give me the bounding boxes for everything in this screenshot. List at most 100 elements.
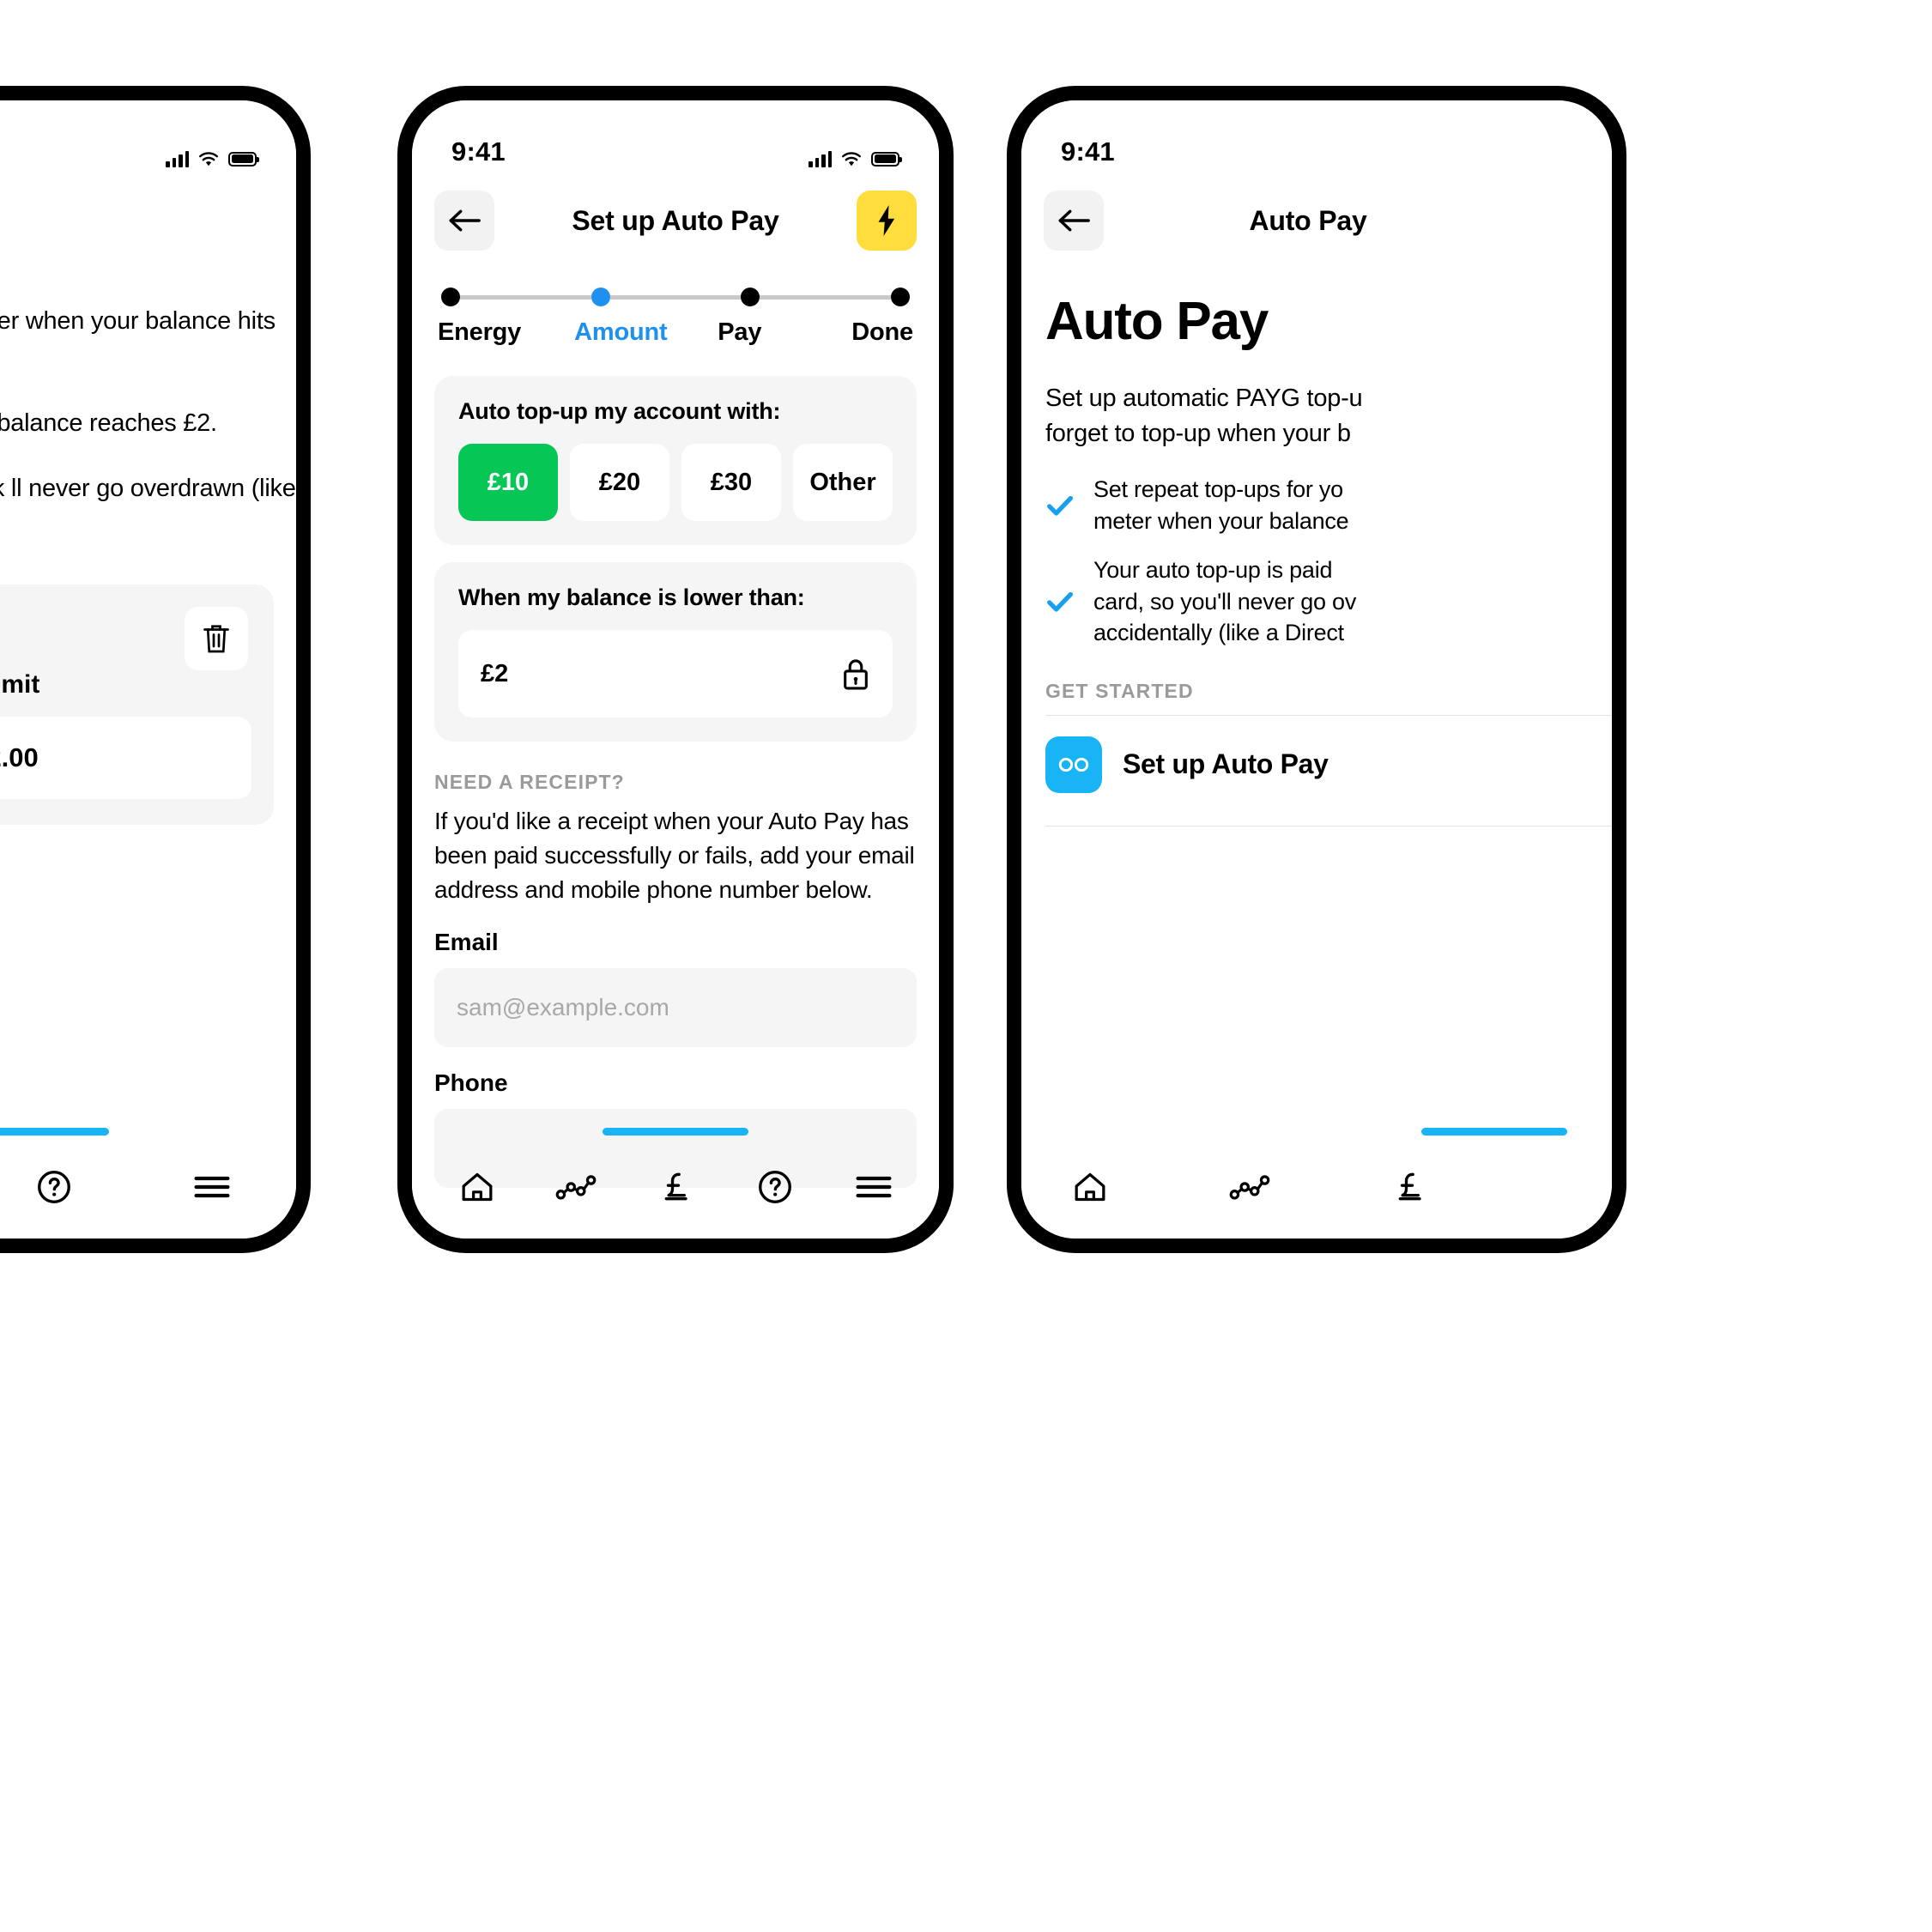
amount-option-other[interactable]: Other [793, 444, 893, 521]
step-dot-amount[interactable] [591, 288, 610, 306]
nav-bar-right: Auto Pay [1021, 174, 1612, 257]
tab-home[interactable] [438, 1148, 517, 1226]
page-title: Auto Pay [1249, 204, 1367, 236]
screenshot-root: Auto Pay c PAYG top-ups so you never whe… [0, 0, 1932, 1932]
get-started-header: GET STARTED [1021, 666, 1612, 703]
step-label-energy: Energy [438, 318, 522, 346]
tab-bar-right-wrap [1021, 1128, 1612, 1239]
setup-auto-pay-row[interactable]: Set up Auto Pay [1021, 716, 1612, 814]
step-label-done: Done [851, 318, 913, 346]
status-bar-right: 9:41 [1021, 100, 1612, 174]
setup-auto-pay-label: Set up Auto Pay [1123, 748, 1329, 780]
topup-amount-card: Auto top-up my account with: £10 £20 £30… [434, 376, 917, 545]
amount-option-10[interactable]: £10 [458, 444, 558, 521]
phone-right: 9:41 Auto Pay Auto Pay Set up automatic … [1007, 86, 1626, 1253]
stepper-track [438, 286, 913, 308]
credit-limit-row: £2.00 [0, 716, 251, 799]
left-body: c PAYG top-ups so you never when your ba… [0, 257, 296, 543]
tab-usage[interactable] [536, 1148, 615, 1226]
status-bar-left [0, 100, 296, 174]
threshold-field[interactable]: £2 [458, 630, 893, 718]
tab-bar-right [1021, 1136, 1612, 1239]
threshold-card: When my balance is lower than: £2 [434, 562, 917, 742]
phone-left: Auto Pay c PAYG top-ups so you never whe… [0, 86, 311, 1253]
back-button[interactable] [434, 191, 494, 251]
step-seg-3 [760, 294, 892, 300]
step-seg-1 [460, 294, 591, 300]
nav-bar-mid: Set up Auto Pay [412, 174, 939, 257]
step-dot-energy[interactable] [441, 288, 460, 306]
tab-menu[interactable] [834, 1148, 913, 1226]
email-input[interactable]: sam@example.com [434, 968, 917, 1048]
tab-usage[interactable] [1210, 1148, 1289, 1226]
page-title: Set up Auto Pay [572, 204, 779, 236]
tab-payments[interactable] [1370, 1148, 1449, 1226]
tab-help[interactable] [736, 1148, 815, 1226]
infinity-icon [1045, 736, 1102, 793]
home-indicator [0, 1128, 109, 1136]
left-paragraph-1: c PAYG top-ups so you never when your ba… [0, 307, 276, 335]
list-item: Set repeat top-ups for yo meter when you… [1045, 474, 1588, 536]
check-icon [1045, 491, 1075, 520]
step-seg-2 [609, 294, 742, 300]
status-icons [809, 150, 902, 167]
tab-help[interactable] [15, 1148, 94, 1226]
delete-button[interactable] [185, 606, 248, 670]
lightning-bolt-button[interactable] [857, 191, 917, 251]
check-icon [1045, 587, 1075, 616]
home-indicator [1421, 1128, 1567, 1136]
credit-limit-card: Credit limit £2.00 [0, 584, 274, 825]
tab-bar-left [0, 1136, 296, 1239]
left-paragraph-2: op-ups for your PAYG your balance reache… [0, 409, 217, 437]
amount-options: £10 £20 £30 Other [458, 444, 893, 521]
credit-limit-value[interactable]: £2.00 [0, 716, 251, 799]
phone-mid: 9:41 Set up Auto Pay Energy Amount Pay D… [397, 86, 954, 1253]
home-indicator [603, 1128, 748, 1136]
intro-text: Set up automatic PAYG top-u forget to to… [1045, 385, 1363, 448]
threshold-value: £2 [481, 659, 509, 687]
step-label-amount: Amount [574, 318, 668, 346]
amount-option-20[interactable]: £20 [570, 444, 669, 521]
back-button[interactable] [1044, 191, 1104, 251]
step-dot-pay[interactable] [741, 288, 760, 306]
lock-icon [841, 657, 870, 691]
nav-bar-left: Auto Pay [0, 174, 296, 257]
phone-label: Phone [434, 1069, 508, 1097]
tab-menu[interactable] [173, 1148, 251, 1226]
receipt-section: NEED A RECEIPT? If you'd like a receipt … [412, 759, 939, 1189]
tab-payments[interactable] [636, 1148, 715, 1226]
email-label: Email [434, 929, 499, 956]
tab-home[interactable] [1051, 1148, 1130, 1226]
credit-limit-label: Credit limit [0, 669, 40, 699]
status-icons [166, 150, 259, 167]
screen-heading: Auto Pay [1045, 292, 1269, 351]
battery-icon [871, 151, 902, 167]
lightning-bolt-icon [878, 204, 895, 237]
wifi-icon [198, 151, 219, 167]
stepper-labels: Energy Amount Pay Done [438, 318, 913, 347]
screen-left: Auto Pay c PAYG top-ups so you never whe… [0, 100, 296, 1239]
receipt-eyebrow: NEED A RECEIPT? [434, 771, 625, 793]
tab-bar-mid [412, 1136, 939, 1239]
tab-bar-left-wrap [0, 1128, 296, 1239]
benefits-list: Set repeat top-ups for yo meter when you… [1021, 451, 1612, 649]
step-dot-done[interactable] [891, 288, 911, 306]
step-label-pay: Pay [718, 318, 762, 346]
signal-bars-icon [166, 150, 189, 167]
battery-icon [228, 151, 259, 167]
list-item-text: Your auto top-up is paid card, so you'll… [1093, 556, 1357, 646]
divider-bottom [1045, 825, 1612, 827]
receipt-body: If you'd like a receipt when your Auto P… [434, 808, 915, 903]
page-title: Auto Pay [0, 205, 214, 237]
screen-right: 9:41 Auto Pay Auto Pay Set up automatic … [1021, 100, 1612, 1239]
screen-mid: 9:41 Set up Auto Pay Energy Amount Pay D… [412, 100, 939, 1239]
topup-card-title: Auto top-up my account with: [458, 398, 781, 424]
list-item: Your auto top-up is paid card, so you'll… [1045, 554, 1588, 649]
tab-bar-mid-wrap [412, 1128, 939, 1239]
progress-stepper: Energy Amount Pay Done [412, 257, 939, 347]
signal-bars-icon [809, 150, 832, 167]
list-item-text: Set repeat top-ups for yo meter when you… [1093, 476, 1349, 535]
amount-option-30[interactable]: £30 [681, 444, 781, 521]
get-started-label: GET STARTED [1045, 679, 1194, 702]
